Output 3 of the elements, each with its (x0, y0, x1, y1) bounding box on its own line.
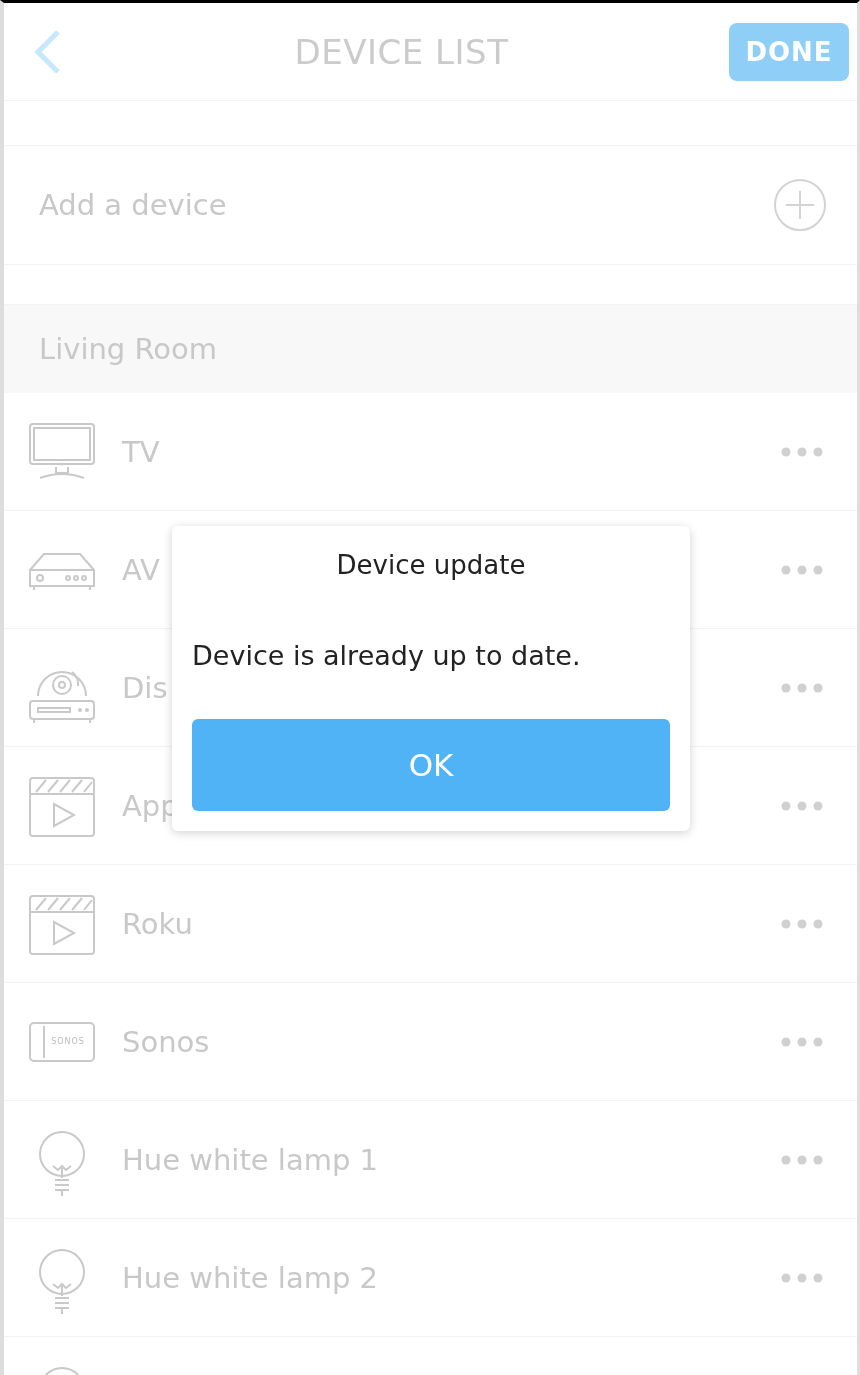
dialog-message: Device is already up to date. (192, 640, 582, 671)
speaker-icon: SONOS (29, 1021, 95, 1062)
dialog-title: Device update (335, 550, 527, 580)
